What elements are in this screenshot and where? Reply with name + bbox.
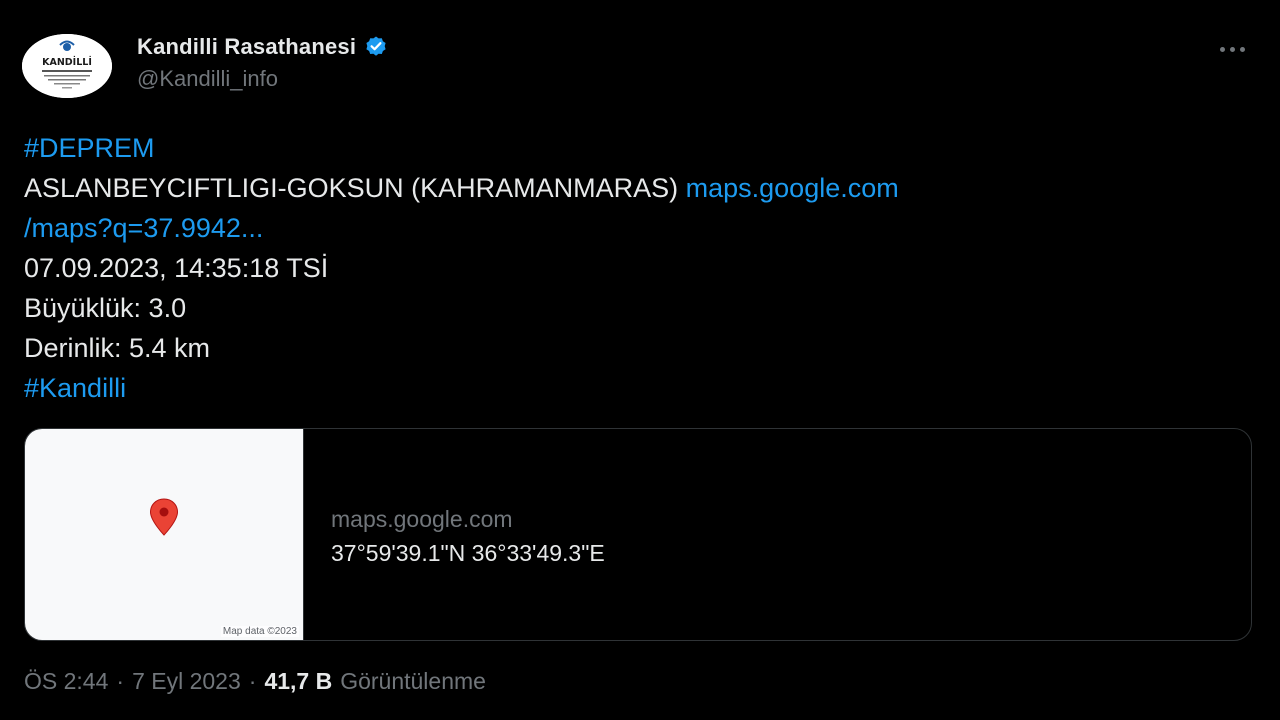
kandilli-logo-icon: KANDİLLİ: [22, 34, 112, 98]
author-name-row: Kandilli Rasathanesi: [137, 32, 388, 62]
display-name[interactable]: Kandilli Rasathanesi: [137, 34, 356, 60]
tweet-time[interactable]: ÖS 2:44: [24, 668, 108, 695]
link-preview-card[interactable]: Map data ©2023 maps.google.com 37°59'39.…: [24, 428, 1252, 641]
svg-text:KANDİLLİ: KANDİLLİ: [42, 57, 92, 68]
card-info: maps.google.com 37°59'39.1"N 36°33'49.3"…: [331, 503, 605, 571]
more-horizontal-icon: [1219, 46, 1225, 52]
maps-link[interactable]: maps.google.com: [686, 173, 899, 203]
map-attribution: Map data ©2023: [220, 626, 299, 637]
views-label: Görüntülenme: [340, 668, 486, 694]
location-line: ASLANBEYCIFTLIGI-GOKSUN (KAHRAMANMARAS) …: [24, 168, 1254, 208]
datetime-text: 07.09.2023, 14:35:18 TSİ: [24, 253, 329, 283]
separator: ·: [116, 668, 125, 694]
tweet-text: #DEPREM ASLANBEYCIFTLIGI-GOKSUN (KAHRAMA…: [24, 128, 1254, 408]
more-options-button[interactable]: [1214, 34, 1250, 64]
tweet-footer: ÖS 2:44 · 7 Eyl 2023 · 41,7 B Görüntülen…: [24, 668, 486, 695]
depth-text: Derinlik: 5.4 km: [24, 333, 211, 363]
verified-badge-icon: [364, 35, 388, 59]
avatar[interactable]: KANDİLLİ: [22, 34, 112, 98]
views-count: 41,7 B: [264, 668, 333, 694]
maps-link-continued[interactable]: /maps?q=37.9942...: [24, 208, 1254, 248]
map-pin-icon: [149, 498, 179, 536]
hashtag-kandilli[interactable]: #Kandilli: [24, 368, 1254, 408]
user-handle[interactable]: @Kandilli_info: [137, 66, 278, 92]
separator: ·: [248, 668, 257, 694]
map-thumbnail: Map data ©2023: [25, 429, 304, 640]
tweet-date[interactable]: 7 Eyl 2023: [132, 668, 241, 695]
card-domain: maps.google.com: [331, 506, 513, 532]
location-text: ASLANBEYCIFTLIGI-GOKSUN (KAHRAMANMARAS): [24, 173, 679, 203]
hashtag-deprem[interactable]: #DEPREM: [24, 128, 1254, 168]
tweet: KANDİLLİ Kandilli Rasathanesi @Kandilli_…: [0, 0, 1280, 720]
card-title: 37°59'39.1"N 36°33'49.3"E: [331, 540, 605, 566]
magnitude-text: Büyüklük: 3.0: [24, 293, 187, 323]
